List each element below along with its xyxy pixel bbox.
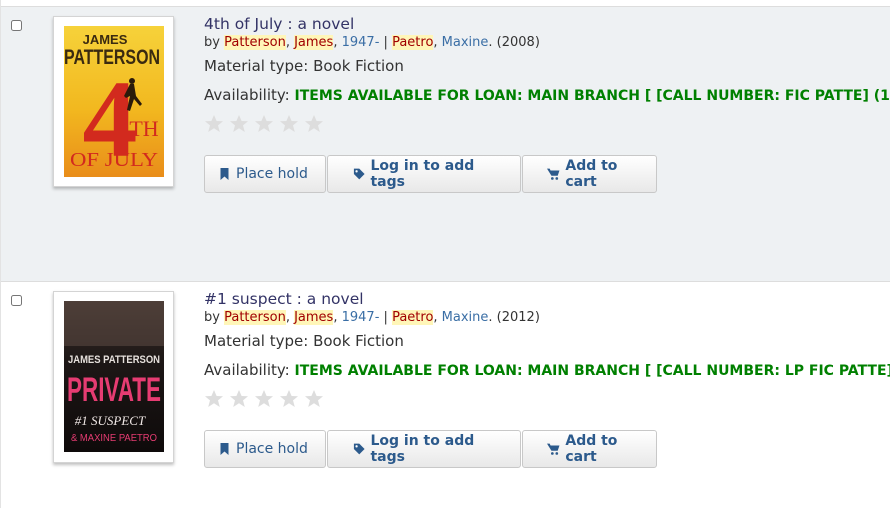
add-tags-label: Log in to add tags: [370, 433, 475, 465]
cart-icon: [547, 168, 560, 180]
availability-status: ITEMS AVAILABLE FOR LOAN: MAIN BRANCH [ …: [294, 363, 890, 379]
material-type-value: Book Fiction: [313, 332, 404, 350]
result-details: #1 suspect : a novel by Patterson, James…: [204, 289, 890, 409]
availability: Availability: ITEMS AVAILABLE FOR LOAN: …: [204, 84, 890, 107]
place-hold-button[interactable]: Place hold: [204, 155, 326, 193]
result-title-link[interactable]: #1 suspect : a novel: [204, 289, 364, 309]
add-tags-label: Log in to add tags: [370, 158, 475, 190]
bookmark-icon: [220, 443, 229, 455]
add-to-cart-label: Add to cart: [565, 158, 618, 190]
star-icon[interactable]: [279, 114, 299, 134]
coauthor-first-name[interactable]: Maxine: [442, 35, 489, 50]
search-results-list: JAMES PATTERSON 4 TH OF JULY 4th of July…: [0, 0, 890, 508]
add-tags-button[interactable]: Log in to add tags: [327, 430, 521, 468]
svg-text:TH: TH: [129, 116, 158, 141]
author-last-name[interactable]: Patterson: [224, 35, 286, 50]
availability-status: ITEMS AVAILABLE FOR LOAN: MAIN BRANCH [ …: [294, 88, 890, 104]
material-type: Material type: Book Fiction: [204, 330, 890, 352]
svg-text:PRIVATE: PRIVATE: [67, 371, 161, 409]
coauthor-last-name[interactable]: Paetro: [392, 35, 434, 50]
svg-text:JAMES PATTERSON: JAMES PATTERSON: [68, 354, 160, 366]
result-actions: Place hold Log in to add tags Add to car…: [204, 155, 658, 193]
star-icon[interactable]: [204, 114, 224, 134]
author-separator: |: [383, 310, 388, 325]
book-cover-image[interactable]: JAMES PATTERSON PRIVATE #1 SUSPECT & MAX…: [64, 301, 164, 452]
bookmark-icon: [220, 168, 229, 180]
result-title-link[interactable]: 4th of July : a novel: [204, 14, 354, 34]
material-type-label: Material type:: [204, 332, 309, 350]
star-icon[interactable]: [304, 389, 324, 409]
material-type-value: Book Fiction: [313, 57, 404, 75]
author-first-name[interactable]: James: [294, 35, 334, 50]
svg-text:OF JULY: OF JULY: [70, 149, 158, 171]
result-details: 4th of July : a novel by Patterson, Jame…: [204, 14, 890, 134]
cover-image-frame[interactable]: JAMES PATTERSON 4 TH OF JULY: [53, 16, 174, 187]
star-rating[interactable]: [204, 114, 890, 134]
star-rating[interactable]: [204, 389, 890, 409]
result-row: JAMES PATTERSON PRIVATE #1 SUSPECT & MAX…: [1, 282, 890, 508]
result-row: JAMES PATTERSON 4 TH OF JULY 4th of July…: [1, 6, 890, 282]
select-result-checkbox[interactable]: [11, 295, 22, 306]
add-to-cart-button[interactable]: Add to cart: [522, 430, 657, 468]
cover-image-frame[interactable]: JAMES PATTERSON PRIVATE #1 SUSPECT & MAX…: [53, 291, 174, 463]
svg-text:JAMES: JAMES: [83, 32, 128, 47]
star-icon[interactable]: [304, 114, 324, 134]
author-first-name[interactable]: James: [294, 310, 334, 325]
publication-year: (2012): [496, 310, 540, 325]
author-dates[interactable]: 1947-: [342, 310, 380, 325]
add-tags-button[interactable]: Log in to add tags: [327, 155, 521, 193]
material-type: Material type: Book Fiction: [204, 55, 890, 77]
by-label: by: [204, 35, 220, 50]
star-icon[interactable]: [279, 389, 299, 409]
result-actions: Place hold Log in to add tags Add to car…: [204, 430, 658, 468]
cart-icon: [547, 443, 560, 455]
star-icon[interactable]: [204, 389, 224, 409]
availability-label: Availability:: [204, 86, 290, 104]
material-type-label: Material type:: [204, 57, 309, 75]
star-icon[interactable]: [229, 114, 249, 134]
select-result-checkbox[interactable]: [11, 20, 22, 31]
tag-icon: [353, 168, 365, 180]
coauthor-last-name[interactable]: Paetro: [392, 310, 434, 325]
author-last-name[interactable]: Patterson: [224, 310, 286, 325]
place-hold-button[interactable]: Place hold: [204, 430, 326, 468]
place-hold-label: Place hold: [236, 166, 308, 182]
availability-label: Availability:: [204, 361, 290, 379]
book-cover-image[interactable]: JAMES PATTERSON 4 TH OF JULY: [64, 26, 164, 177]
star-icon[interactable]: [229, 389, 249, 409]
by-label: by: [204, 310, 220, 325]
availability: Availability: ITEMS AVAILABLE FOR LOAN: …: [204, 359, 890, 382]
add-to-cart-label: Add to cart: [565, 433, 618, 465]
add-to-cart-button[interactable]: Add to cart: [522, 155, 657, 193]
publication-year: (2008): [496, 35, 540, 50]
tag-icon: [353, 443, 365, 455]
star-icon[interactable]: [254, 114, 274, 134]
star-icon[interactable]: [254, 389, 274, 409]
author-dates[interactable]: 1947-: [342, 35, 380, 50]
svg-text:& MAXINE PAETRO: & MAXINE PAETRO: [71, 433, 157, 444]
author-separator: |: [383, 35, 388, 50]
place-hold-label: Place hold: [236, 441, 308, 457]
author-line: by Patterson, James, 1947- | Paetro, Max…: [204, 35, 540, 50]
svg-text:#1 SUSPECT: #1 SUSPECT: [75, 413, 146, 428]
coauthor-first-name[interactable]: Maxine: [442, 310, 489, 325]
author-line: by Patterson, James, 1947- | Paetro, Max…: [204, 310, 540, 325]
